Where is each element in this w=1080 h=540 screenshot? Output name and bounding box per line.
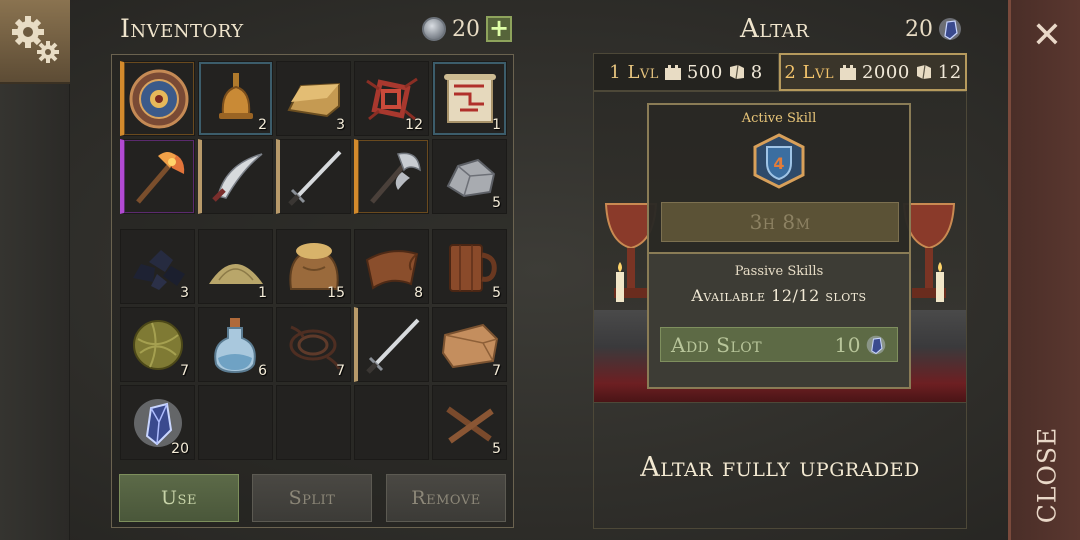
inventory-slot[interactable] (354, 307, 429, 382)
passive-skills-section: Passive Skills Available 12/12 slots Add… (649, 252, 909, 387)
fire-axe-icon (136, 151, 185, 204)
inventory-slot[interactable]: 3 (120, 229, 195, 304)
tab-level-2[interactable]: 2 Lvl 2000 12 (779, 53, 967, 91)
inventory-slot[interactable]: 12 (354, 61, 429, 136)
active-skill-slot[interactable]: 4 (751, 133, 807, 193)
inventory-slot[interactable]: 6 (198, 307, 273, 382)
inventory-slot[interactable]: 15 (276, 229, 351, 304)
inventory-slot[interactable] (198, 139, 273, 214)
map-scroll-icon (443, 73, 496, 123)
round-shield-icon (129, 69, 189, 128)
inventory-slot[interactable]: 7 (120, 307, 195, 382)
add-slot-button[interactable]: Add Slot 10 (660, 327, 898, 362)
left-strip-panel (0, 84, 70, 540)
bell-icon (218, 72, 253, 119)
add-slot-label: Add Slot (671, 332, 763, 357)
long-sword-icon (288, 150, 342, 206)
upgrade-status-text: Altar fully upgraded (640, 452, 920, 483)
altar-title: Altar (740, 14, 810, 44)
add-gems-button[interactable]: + (486, 16, 512, 42)
inventory-slot-empty[interactable] (198, 385, 273, 460)
gem-counter: 20 + (422, 16, 512, 42)
inventory-slot[interactable]: 1 (198, 229, 273, 304)
split-button[interactable]: Split (252, 474, 372, 522)
shard-counter: 20 (905, 16, 963, 42)
close-label: CLOSE (1032, 426, 1062, 524)
tower-icon (664, 65, 681, 80)
fiber-ball-icon (132, 319, 183, 370)
silver-gem-icon (422, 17, 446, 41)
gem-count-value: 20 (452, 16, 480, 42)
inventory-slot[interactable]: 5 (432, 229, 507, 304)
gold-ingot-icon (286, 82, 340, 117)
inventory-slot[interactable]: 8 (354, 229, 429, 304)
soul-shard-icon (939, 18, 961, 40)
shield-skill-icon: 4 (753, 133, 805, 189)
upgrade-status-panel: Altar fully upgraded (593, 402, 967, 529)
coal-icon (132, 249, 185, 290)
settings-button[interactable] (0, 0, 70, 84)
inventory-slot[interactable]: 2 (198, 61, 273, 136)
inventory-slot[interactable]: 1 (432, 61, 507, 136)
passive-skills-label: Passive Skills (734, 264, 824, 279)
close-icon[interactable]: ✕ (1029, 18, 1065, 54)
use-button[interactable]: Use (119, 474, 239, 522)
inventory-title: Inventory (120, 14, 244, 43)
tower-icon (839, 65, 856, 80)
skill-level-text: 4 (773, 154, 784, 173)
wooden-mug-icon (448, 243, 497, 292)
inventory-slot[interactable]: 3 (276, 61, 351, 136)
potion-bottle-icon (213, 317, 256, 373)
inventory-slot[interactable]: 7 (432, 307, 507, 382)
add-slot-cost: 10 (835, 333, 887, 357)
available-slots-text: Available 12/12 slots (691, 286, 867, 305)
shard-count-value: 20 (905, 16, 933, 42)
inventory-slot-empty[interactable] (276, 385, 351, 460)
iron-ore-icon (446, 158, 495, 197)
equipment-grid: 2 3 12 1 5 (120, 61, 507, 214)
soul-shard-icon (866, 335, 886, 354)
tab-level-1[interactable]: 1 Lvl 500 8 (593, 53, 779, 91)
inventory-slot[interactable] (120, 139, 195, 214)
inventory-slot[interactable] (354, 139, 429, 214)
book-icon (729, 64, 744, 80)
scimitar-icon (212, 152, 263, 202)
active-skill-label: Active Skill (741, 111, 817, 126)
inventory-slot-empty[interactable] (354, 385, 429, 460)
inventory-slot[interactable]: 7 (276, 307, 351, 382)
close-panel[interactable]: ✕ CLOSE (1008, 0, 1080, 540)
inventory-slot[interactable] (276, 139, 351, 214)
skill-panel: Active Skill 4 3h 8m Passive Skills Avai… (647, 103, 911, 389)
inventory-slot[interactable]: 5 (432, 385, 507, 460)
battle-axe-icon (370, 152, 421, 204)
steel-sword-icon (366, 318, 420, 374)
wooden-sticks-icon (445, 406, 494, 443)
sand-pile-icon (208, 263, 263, 284)
inventory-slot[interactable]: 20 (120, 385, 195, 460)
book-icon (916, 64, 931, 80)
inventory-slot[interactable]: 5 (432, 139, 507, 214)
gears-icon (12, 16, 59, 63)
remove-button[interactable]: Remove (386, 474, 506, 522)
inventory-slot[interactable] (120, 61, 195, 136)
altar-level-tabs: 1 Lvl 500 8 2 Lvl 2000 12 (593, 53, 967, 91)
materials-grid: 3 1 15 8 5 7 6 7 7 20 5 (120, 229, 507, 460)
skill-timer: 3h 8m (661, 202, 899, 242)
